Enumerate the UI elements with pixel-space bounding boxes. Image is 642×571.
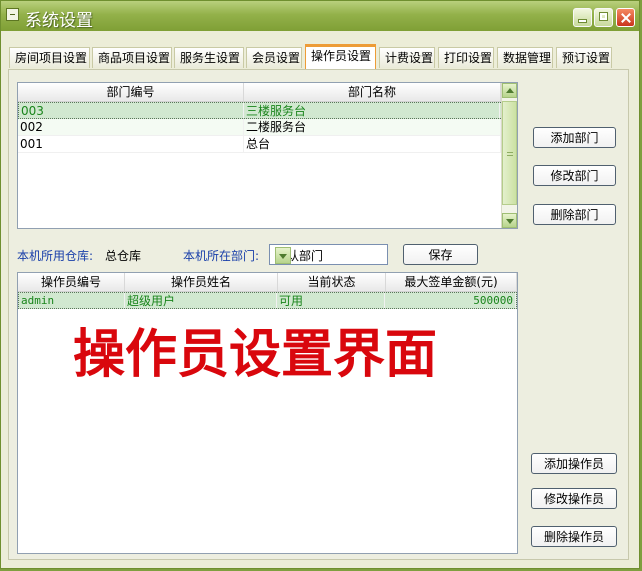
- table-row[interactable]: 003 三楼服务台: [18, 102, 517, 119]
- close-button[interactable]: [616, 8, 635, 27]
- tab-reservations[interactable]: 预订设置: [556, 47, 612, 68]
- department-table-header: 部门编号 部门名称: [18, 83, 517, 102]
- add-operator-button[interactable]: 添加操作员: [531, 453, 617, 474]
- operator-id: admin: [19, 293, 125, 308]
- operator-status: 可用: [277, 293, 385, 308]
- title-bar: 系统设置: [1, 1, 639, 31]
- delete-department-button[interactable]: 删除部门: [533, 204, 616, 225]
- department-select[interactable]: 默认部门: [269, 244, 388, 265]
- tab-data-management[interactable]: 数据管理: [497, 47, 553, 68]
- window-menu-icon[interactable]: [6, 8, 19, 21]
- settings-window: 系统设置 房间项目设置 商品项目设置 服务生设置 会员设置 操作员设置 计费设置…: [0, 0, 640, 569]
- maximize-button[interactable]: [594, 8, 613, 27]
- column-operator-name[interactable]: 操作员姓名: [125, 273, 278, 291]
- overlay-caption: 操作员设置界面: [73, 325, 438, 385]
- operator-settings-panel: 部门编号 部门名称 003 三楼服务台 002 二楼服务台 001 总台 添加部…: [8, 69, 629, 560]
- scroll-down-button[interactable]: [502, 213, 517, 228]
- minimize-button[interactable]: [573, 8, 592, 27]
- column-department-id[interactable]: 部门编号: [18, 83, 244, 101]
- tab-printing[interactable]: 打印设置: [438, 47, 494, 68]
- tab-members[interactable]: 会员设置: [246, 47, 302, 68]
- tab-room-items[interactable]: 房间项目设置: [9, 47, 90, 68]
- warehouse-label: 本机所用仓库:: [17, 249, 94, 263]
- column-operator-id[interactable]: 操作员编号: [18, 273, 125, 291]
- edit-operator-button[interactable]: 修改操作员: [531, 488, 617, 509]
- tab-product-items[interactable]: 商品项目设置: [92, 47, 172, 68]
- department-name: 总台: [244, 136, 501, 152]
- department-id: 001: [18, 136, 244, 152]
- save-button[interactable]: 保存: [403, 244, 478, 265]
- department-table-scrollbar[interactable]: [501, 83, 517, 228]
- column-signing-limit[interactable]: 最大签单金额(元): [386, 273, 517, 291]
- operator-signing-limit: 500000: [385, 293, 516, 308]
- chevron-down-icon[interactable]: [275, 247, 291, 264]
- window-title: 系统设置: [25, 11, 93, 31]
- table-row[interactable]: 001 总台: [18, 136, 517, 153]
- column-status[interactable]: 当前状态: [278, 273, 386, 291]
- tab-operators[interactable]: 操作员设置: [305, 44, 376, 69]
- tab-staff[interactable]: 服务生设置: [174, 47, 244, 68]
- settings-tabs: 房间项目设置 商品项目设置 服务生设置 会员设置 操作员设置 计费设置 打印设置…: [9, 44, 629, 69]
- add-department-button[interactable]: 添加部门: [533, 127, 616, 148]
- scroll-up-button[interactable]: [502, 83, 517, 98]
- delete-operator-button[interactable]: 删除操作员: [531, 526, 617, 547]
- tab-billing[interactable]: 计费设置: [379, 47, 435, 68]
- scroll-thumb[interactable]: [502, 101, 517, 205]
- department-id: 003: [19, 103, 244, 118]
- table-row[interactable]: admin 超级用户 可用 500000: [18, 292, 517, 309]
- department-label: 本机所在部门:: [183, 249, 260, 263]
- edit-department-button[interactable]: 修改部门: [533, 165, 616, 186]
- column-department-name[interactable]: 部门名称: [244, 83, 501, 101]
- operator-table-header: 操作员编号 操作员姓名 当前状态 最大签单金额(元): [18, 273, 517, 292]
- department-id: 002: [18, 119, 244, 135]
- department-name: 二楼服务台: [244, 119, 501, 135]
- operator-name: 超级用户: [125, 293, 277, 308]
- operator-table: 操作员编号 操作员姓名 当前状态 最大签单金额(元) admin 超级用户 可用…: [17, 272, 518, 554]
- department-name: 三楼服务台: [244, 103, 500, 118]
- warehouse-value: 总仓库: [105, 249, 142, 263]
- table-row[interactable]: 002 二楼服务台: [18, 119, 517, 136]
- department-table: 部门编号 部门名称 003 三楼服务台 002 二楼服务台 001 总台: [17, 82, 518, 229]
